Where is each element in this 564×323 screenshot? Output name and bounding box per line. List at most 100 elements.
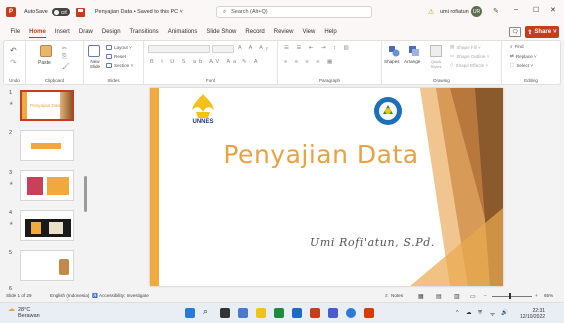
quick-styles-label[interactable]: Quick Styles — [426, 59, 446, 69]
reading-view-icon[interactable]: ▥ — [454, 293, 460, 300]
shape-fill-button[interactable]: ▨ Shape Fill ˅ — [450, 44, 481, 50]
tab-help[interactable]: Help — [320, 24, 341, 40]
task-view-icon[interactable] — [220, 308, 230, 318]
tab-draw[interactable]: Draw — [74, 24, 97, 40]
tray-cloud-icon[interactable]: ☁ — [466, 310, 472, 316]
zoom-out-icon[interactable]: – — [484, 293, 487, 298]
paste-label[interactable]: Paste — [38, 60, 51, 66]
weather-widget[interactable]: ☁ 28°C Berawan — [8, 306, 40, 319]
chrome-icon[interactable] — [346, 308, 356, 318]
arrange-label[interactable]: Arrange — [404, 59, 420, 64]
taskbar-clock[interactable]: 22:31 12/10/2022 — [520, 308, 545, 320]
autosave-label: AutoSave — [24, 9, 48, 15]
slide-sorter-icon[interactable]: ▤ — [436, 293, 442, 300]
font-name-select[interactable] — [148, 45, 210, 53]
comment-icon[interactable]: 🗨 — [509, 27, 521, 37]
thumbnail-number: 4 — [9, 210, 13, 216]
document-title[interactable]: Penyajian Data • Saved to this PC ˅ — [95, 9, 183, 15]
autosave-toggle[interactable]: Off — [51, 8, 70, 16]
align-buttons[interactable]: ≡ ≡ ≡ ≡ ▦ — [284, 59, 335, 65]
tab-review[interactable]: Review — [269, 24, 298, 40]
edge-icon[interactable] — [274, 308, 284, 318]
pen-icon[interactable]: ✎ — [493, 7, 499, 15]
slide-title[interactable]: Penyajian Data — [206, 140, 436, 169]
weather-status: Berawan — [18, 313, 40, 319]
normal-view-icon[interactable]: ▦ — [418, 293, 424, 300]
share-button[interactable]: ⇪ Share ˅ — [525, 26, 559, 38]
section-label: Section ˅ — [114, 63, 134, 68]
transition-star-icon: ★ — [9, 101, 14, 107]
thumbnails-scrollbar[interactable] — [84, 176, 87, 212]
tab-file[interactable]: File — [6, 24, 25, 40]
close-button[interactable]: ✕ — [550, 6, 556, 14]
widgets-icon[interactable] — [238, 308, 248, 318]
save-icon[interactable] — [75, 7, 85, 17]
accessibility-status[interactable]: Accessibility: Investigate — [99, 293, 149, 298]
font-size-select[interactable] — [212, 45, 234, 53]
undo-icon[interactable]: ↶ — [10, 46, 17, 55]
zoom-slider[interactable] — [492, 296, 532, 297]
teams-icon[interactable] — [328, 308, 338, 318]
select-button[interactable]: ⬚ Select ˅ — [510, 62, 533, 68]
slide-author[interactable]: Umi Rofi'atun, S.Pd. — [310, 236, 435, 249]
list-buttons[interactable]: ☰ ☰ ⇤ ⇥ ↕ ▥ — [284, 45, 352, 51]
new-slide-icon[interactable] — [88, 45, 100, 57]
notes-button[interactable]: Notes — [391, 293, 403, 298]
language-status[interactable]: English (Indonesia) — [50, 293, 89, 298]
arrange-icon[interactable] — [408, 45, 420, 57]
redo-icon[interactable]: ↷ — [10, 58, 17, 67]
drawing-group: Shapes Arrange Quick Styles ▨ Shape Fill … — [382, 41, 502, 84]
zoom-level[interactable]: 65% — [544, 293, 553, 298]
file-explorer-icon[interactable] — [256, 308, 266, 318]
tab-design[interactable]: Design — [97, 24, 125, 40]
restore-button[interactable]: ☐ — [533, 6, 539, 14]
tab-home[interactable]: Home — [25, 24, 51, 40]
windows-start-icon[interactable] — [185, 308, 195, 318]
layout-button[interactable]: Layout ˅ — [106, 45, 132, 50]
undo-group: ↶ ↷ Undo — [4, 41, 26, 84]
section-button[interactable]: Section ˅ — [106, 63, 133, 68]
avatar[interactable]: UR — [471, 6, 482, 17]
shapes-icon[interactable] — [388, 45, 400, 57]
shape-outline-button[interactable]: ▭ Shape Outline ˅ — [450, 53, 489, 59]
format-painter-icon[interactable]: 🖌 — [62, 63, 70, 70]
copy-icon[interactable]: ⎘ — [62, 54, 67, 61]
shapes-label[interactable]: Shapes — [384, 59, 400, 64]
find-label: Find — [514, 44, 524, 49]
mail-icon[interactable] — [310, 308, 320, 318]
tab-animations[interactable]: Animations — [163, 24, 202, 40]
cut-icon[interactable]: ✂ — [62, 45, 67, 52]
quick-styles-icon[interactable] — [430, 45, 442, 57]
user-name[interactable]: umi rofiatun — [440, 9, 469, 15]
shape-outline-icon: ▭ — [450, 53, 455, 58]
wifi-icon[interactable]: ᯤ — [490, 310, 495, 318]
replace-button[interactable]: ⇄ Replace ˅ — [510, 53, 537, 59]
shape-effects-button[interactable]: ◇ Shape Effects ˅ — [450, 62, 488, 68]
slide-canvas[interactable]: UNNES Penyajian Data Umi Rofi'atun, S.Pd… — [150, 88, 503, 286]
clipboard-group: Paste ✂ ⎘ 🖌 Clipboard — [26, 41, 84, 84]
zoom-in-icon[interactable]: + — [535, 293, 538, 298]
minimize-button[interactable]: – — [514, 6, 518, 13]
tab-slide-show[interactable]: Slide Show — [202, 24, 241, 40]
slideshow-icon[interactable]: ▭ — [470, 293, 476, 300]
tab-transitions[interactable]: Transitions — [125, 24, 163, 40]
tray-chevron-icon[interactable]: ^ — [456, 310, 459, 316]
font-size-buttons[interactable]: A A Aᵧ — [238, 45, 271, 51]
warning-icon[interactable]: ⚠ — [428, 8, 434, 16]
tray-security-icon[interactable]: ⛨ — [478, 310, 482, 317]
tab-insert[interactable]: Insert — [50, 24, 74, 40]
font-color-buttons[interactable]: ✎ A — [242, 59, 261, 65]
find-button[interactable]: ⌕ Find — [510, 44, 524, 49]
zoom-slider-thumb[interactable] — [509, 293, 511, 299]
taskbar-search-icon[interactable]: ⌕ — [203, 306, 213, 316]
search-input[interactable]: ⌕ Search (Alt+Q) — [216, 6, 372, 18]
powerpoint-taskbar-icon[interactable] — [364, 308, 374, 318]
paste-icon[interactable] — [40, 45, 52, 57]
tab-view[interactable]: View — [298, 24, 320, 40]
reset-button[interactable]: Reset — [106, 54, 126, 59]
volume-icon[interactable]: 🔊 — [501, 310, 508, 316]
text-format-buttons[interactable]: B I U S ab AV Aa — [150, 59, 239, 65]
store-icon[interactable] — [292, 308, 302, 318]
tab-record[interactable]: Record — [241, 24, 269, 40]
new-slide-label[interactable]: New Slide — [87, 59, 103, 69]
